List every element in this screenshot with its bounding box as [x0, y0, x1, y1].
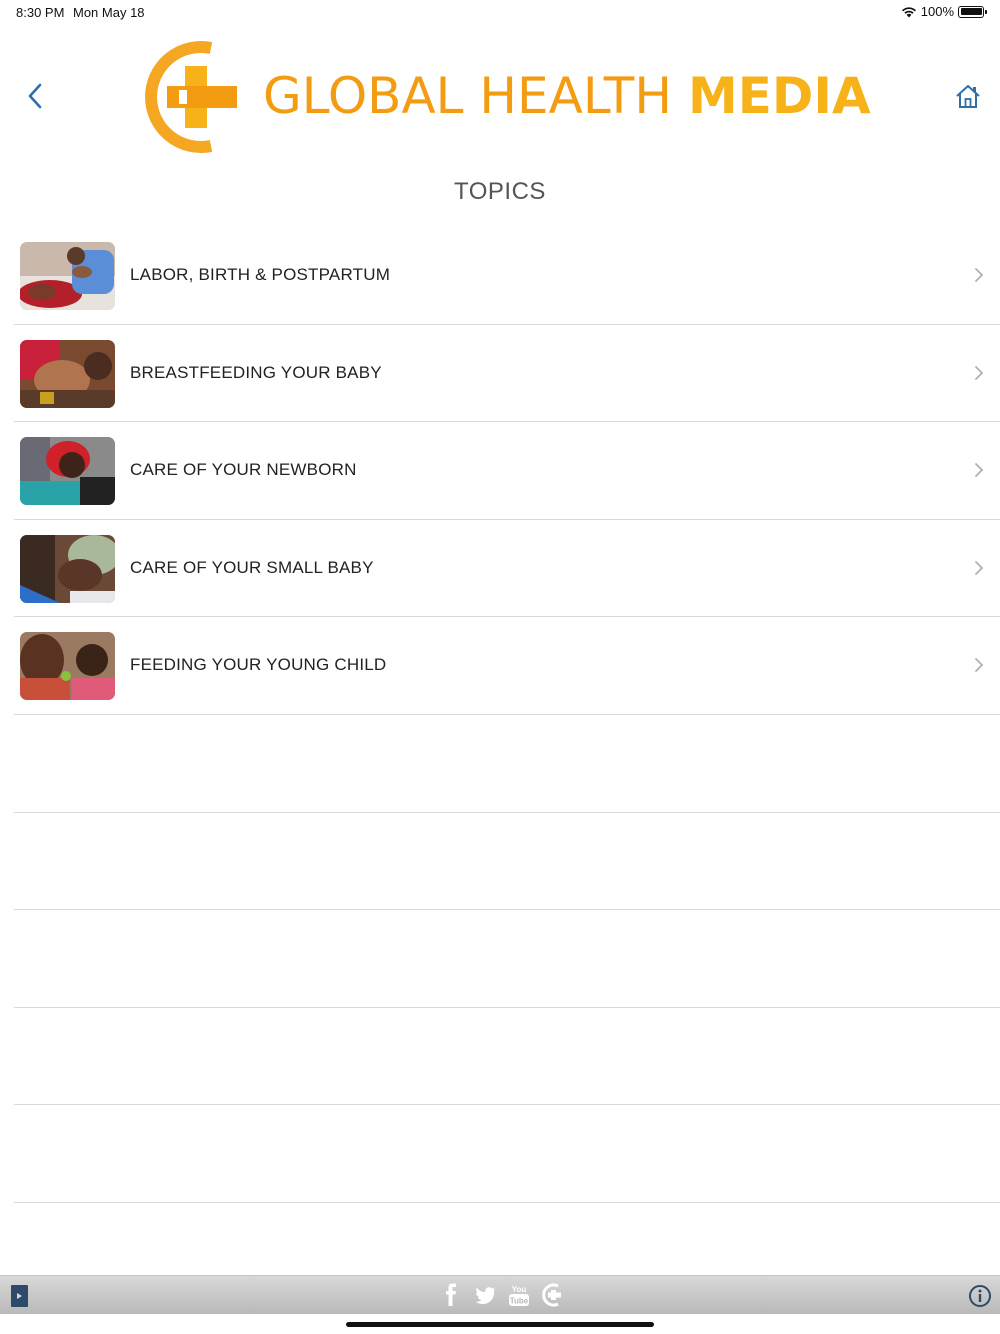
chevron-right-icon	[975, 365, 984, 380]
home-indicator[interactable]	[346, 1322, 654, 1327]
social-links: You Tube	[440, 1283, 564, 1307]
topic-row-breastfeeding[interactable]: BREASTFEEDING YOUR BABY	[14, 325, 1000, 423]
youtube-icon[interactable]: You Tube	[508, 1283, 530, 1307]
topic-label: BREASTFEEDING YOUR BABY	[130, 362, 382, 382]
svg-text:Tube: Tube	[510, 1297, 529, 1306]
topic-label: CARE OF YOUR SMALL BABY	[130, 557, 374, 577]
topic-thumbnail	[20, 339, 115, 408]
facebook-icon[interactable]	[440, 1283, 462, 1307]
ghm-logo-icon[interactable]	[542, 1283, 564, 1307]
topic-label: CARE OF YOUR NEWBORN	[130, 460, 357, 480]
battery-icon	[958, 5, 987, 18]
topic-row-newborn[interactable]: CARE OF YOUR NEWBORN	[14, 422, 1000, 520]
back-button[interactable]	[20, 78, 50, 114]
empty-row	[14, 813, 1000, 911]
status-bar: 8:30 PM Mon May 18 100%	[0, 0, 1000, 24]
global-health-media-logo: GLOBAL HEALTH MEDIA	[145, 38, 871, 156]
topic-row-small-baby[interactable]: CARE OF YOUR SMALL BABY	[14, 520, 1000, 618]
svg-text:You: You	[512, 1285, 527, 1294]
logo-text-light: GLOBAL HEALTH	[263, 67, 672, 125]
chevron-right-icon	[975, 658, 984, 673]
topic-label: LABOR, BIRTH & POSTPARTUM	[130, 265, 391, 284]
book-icon[interactable]	[11, 1285, 28, 1307]
page-title: TOPICS	[454, 178, 546, 205]
topic-label: FEEDING YOUR YOUNG CHILD	[130, 655, 387, 675]
home-button[interactable]	[950, 78, 986, 114]
wifi-icon	[901, 6, 916, 17]
chevron-right-icon	[975, 560, 984, 575]
logo-wordmark: GLOBAL HEALTH MEDIA	[263, 66, 871, 126]
empty-row	[14, 1105, 1000, 1203]
empty-row	[14, 1008, 1000, 1106]
home-icon	[956, 85, 980, 108]
chevron-left-icon	[28, 83, 42, 109]
topic-list: LABOR, BIRTH & POSTPARTUM BREASTFEEDING …	[0, 227, 1000, 1203]
status-date: Mon May 18	[73, 5, 145, 20]
topic-thumbnail	[20, 437, 115, 506]
topic-thumbnail	[20, 632, 115, 701]
chevron-right-icon	[975, 463, 984, 478]
ghm-cross-logo-icon	[145, 41, 237, 153]
battery-percent: 100%	[920, 4, 954, 19]
topic-row-labor-birth[interactable]: LABOR, BIRTH & POSTPARTUM	[14, 227, 1000, 325]
status-indicators: 100%	[901, 4, 987, 19]
topic-row-young-child[interactable]: FEEDING YOUR YOUNG CHILD	[14, 617, 1000, 715]
logo-text-bold: MEDIA	[687, 67, 871, 125]
empty-row	[14, 715, 1000, 813]
twitter-icon[interactable]	[474, 1283, 496, 1307]
topic-thumbnail	[20, 534, 115, 603]
topic-thumbnail	[20, 242, 115, 310]
info-icon[interactable]	[968, 1284, 992, 1308]
status-time: 8:30 PM	[16, 5, 65, 20]
chevron-right-icon	[975, 268, 984, 282]
bottom-toolbar: You Tube	[0, 1275, 1000, 1314]
empty-row	[14, 910, 1000, 1008]
